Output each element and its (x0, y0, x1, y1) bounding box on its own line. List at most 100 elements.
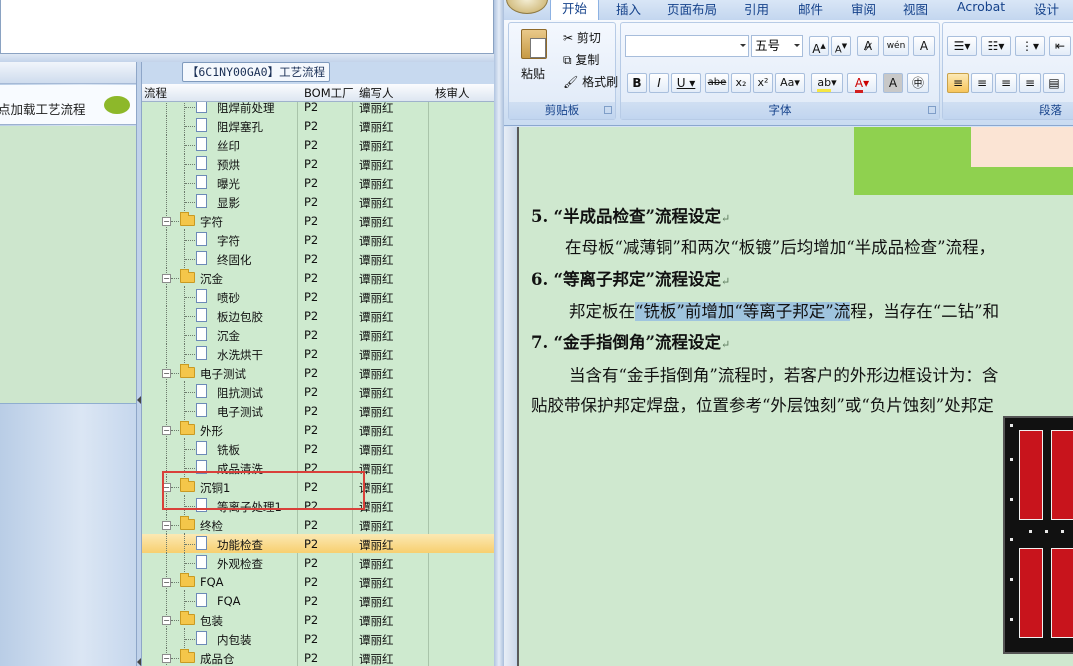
window-divider[interactable] (494, 0, 504, 666)
process-tree-grid[interactable]: 阻焊前处理 P2 谭丽红 阻焊塞孔 P2 谭丽红 丝印 P2 谭丽红 预烘 P2 谭丽红 曝光 P2 谭丽红… (142, 84, 494, 666)
paste-icon[interactable] (521, 29, 547, 59)
collapse-toggle-icon[interactable]: − (162, 521, 171, 530)
underline-icon[interactable]: U ▾ (671, 73, 701, 93)
table-row[interactable]: 丝印 P2 谭丽红 (142, 134, 494, 154)
char-border-icon[interactable]: A (913, 36, 935, 56)
process-name-cell: 等离子处理1 (217, 500, 282, 514)
load-process-bar[interactable]: 点加载工艺流程 (0, 85, 136, 125)
table-row[interactable]: − 终检 P2 谭丽红 (142, 514, 494, 534)
collapse-arrow-icon[interactable] (137, 396, 141, 404)
collapse-toggle-icon[interactable]: − (162, 217, 171, 226)
table-row[interactable]: 铣板 P2 谭丽红 (142, 438, 494, 458)
table-row[interactable]: 阻焊塞孔 P2 谭丽红 (142, 115, 494, 135)
distributed-icon[interactable]: ▤ (1043, 73, 1065, 93)
office-button[interactable] (506, 0, 548, 14)
table-row[interactable]: 显影 P2 谭丽红 (142, 191, 494, 211)
table-row[interactable]: 功能检查 P2 谭丽红 (142, 533, 494, 553)
document-page[interactable]: 5. “半成品检查”流程设定↵ 在母板“减薄铜”和两次“板镀”后均增加“半成品检… (517, 127, 1073, 666)
table-row[interactable]: − FQA P2 谭丽红 (142, 571, 494, 591)
bold-icon[interactable]: B (627, 73, 647, 93)
highlight-color-icon[interactable]: ab▾ (811, 73, 843, 93)
table-row[interactable]: 终固化 P2 谭丽红 (142, 248, 494, 268)
tab-page-layout[interactable]: 页面布局 (667, 0, 717, 18)
col-header-author[interactable]: 编写人 (359, 85, 394, 101)
col-header-bom-factory[interactable]: BOM工厂 (304, 85, 354, 101)
dialog-launcher-icon[interactable] (604, 106, 612, 114)
table-row[interactable]: 板边包胶 P2 谭丽红 (142, 305, 494, 325)
dialog-launcher-icon[interactable] (928, 106, 936, 114)
paste-button[interactable]: 粘贴 (521, 65, 545, 82)
table-row[interactable]: 成品清洗 P2 谭丽红 (142, 457, 494, 477)
strikethrough-icon[interactable]: abe (705, 73, 729, 93)
tab-insert[interactable]: 插入 (616, 0, 641, 18)
bom-factory-cell: P2 (304, 195, 319, 209)
table-row[interactable]: 电子测试 P2 谭丽红 (142, 400, 494, 420)
tab-home[interactable]: 开始 (550, 0, 600, 20)
collapse-toggle-icon[interactable]: − (162, 483, 171, 492)
table-row[interactable]: 外观检查 P2 谭丽红 (142, 552, 494, 572)
table-row[interactable]: − 沉铜1 P2 谭丽红 (142, 476, 494, 496)
collapse-toggle-icon[interactable]: − (162, 426, 171, 435)
font-color-icon[interactable]: A▾ (847, 73, 877, 93)
table-row[interactable]: 喷砂 P2 谭丽红 (142, 286, 494, 306)
tab-mailings[interactable]: 邮件 (798, 0, 823, 18)
multilevel-list-icon[interactable]: ⋮▾ (1015, 36, 1045, 56)
shrink-font-icon[interactable]: A▼ (831, 36, 851, 56)
align-left-icon[interactable]: ≡ (947, 73, 969, 93)
col-header-process[interactable]: 流程 (144, 85, 167, 101)
chat-bubble-icon[interactable] (104, 96, 130, 114)
phonetic-guide-icon[interactable]: wén (883, 36, 909, 56)
align-right-icon[interactable]: ≡ (995, 73, 1017, 93)
table-row[interactable]: 预烘 P2 谭丽红 (142, 153, 494, 173)
font-size-select[interactable]: 五号 (751, 35, 803, 57)
collapse-arrow-icon[interactable] (137, 658, 141, 666)
tab-view[interactable]: 视图 (903, 0, 928, 18)
table-row[interactable]: 等离子处理1 P2 谭丽红 (142, 495, 494, 515)
italic-icon[interactable]: I (649, 73, 669, 93)
table-row[interactable]: FQA P2 谭丽红 (142, 590, 494, 610)
decrease-indent-icon[interactable]: ⇤ (1049, 36, 1071, 56)
load-process-label[interactable]: 点加载工艺流程 (0, 99, 86, 118)
table-row[interactable]: 字符 P2 谭丽红 (142, 229, 494, 249)
change-case-icon[interactable]: Aa▾ (775, 73, 805, 93)
enclose-char-icon[interactable]: ㊥ (907, 73, 929, 93)
table-row[interactable]: − 包装 P2 谭丽红 (142, 609, 494, 629)
table-row[interactable]: 沉金 P2 谭丽红 (142, 324, 494, 344)
align-center-icon[interactable]: ≡ (971, 73, 993, 93)
pcb-pad (1051, 548, 1073, 638)
table-row[interactable]: 曝光 P2 谭丽红 (142, 172, 494, 192)
col-header-reviewer[interactable]: 核审人 (435, 85, 470, 101)
table-row[interactable]: 内包装 P2 谭丽红 (142, 628, 494, 648)
collapse-toggle-icon[interactable]: − (162, 616, 171, 625)
selected-text[interactable]: “铣板”前增加“等离子邦定”流 (635, 302, 851, 321)
horizontal-splitter[interactable] (0, 54, 494, 62)
copy-button[interactable]: ⧉ 复制 (563, 51, 599, 68)
tab-design[interactable]: 设计 (1034, 0, 1059, 18)
font-name-select[interactable] (625, 35, 749, 57)
table-row[interactable]: 水洗烘干 P2 谭丽红 (142, 343, 494, 363)
bullets-icon[interactable]: ☰▾ (947, 36, 977, 56)
grow-font-icon[interactable]: A▲ (809, 36, 829, 56)
collapse-toggle-icon[interactable]: − (162, 369, 171, 378)
char-shading-icon[interactable]: A (883, 73, 903, 93)
table-row[interactable]: − 电子测试 P2 谭丽红 (142, 362, 494, 382)
clear-format-icon[interactable]: A̷ (857, 36, 879, 56)
tab-review[interactable]: 审阅 (851, 0, 876, 18)
table-row[interactable]: − 外形 P2 谭丽红 (142, 419, 494, 439)
tab-acrobat[interactable]: Acrobat (957, 0, 1005, 14)
table-row[interactable]: − 字符 P2 谭丽红 (142, 210, 494, 230)
superscript-icon[interactable]: x² (753, 73, 773, 93)
tab-references[interactable]: 引用 (744, 0, 769, 18)
justify-icon[interactable]: ≡ (1019, 73, 1041, 93)
numbering-icon[interactable]: ☷▾ (981, 36, 1011, 56)
table-row[interactable]: − 沉金 P2 谭丽红 (142, 267, 494, 287)
collapse-toggle-icon[interactable]: − (162, 274, 171, 283)
table-row[interactable]: 阻抗测试 P2 谭丽红 (142, 381, 494, 401)
format-painter-button[interactable]: 🖌 格式刷 (563, 73, 618, 90)
collapse-toggle-icon[interactable]: − (162, 578, 171, 587)
table-row[interactable]: − 成品仓 P2 谭丽红 (142, 647, 494, 666)
collapse-toggle-icon[interactable]: − (162, 654, 171, 663)
cut-button[interactable]: ✂ 剪切 (563, 29, 601, 46)
pcb-image[interactable] (1003, 416, 1073, 654)
subscript-icon[interactable]: x₂ (731, 73, 751, 93)
